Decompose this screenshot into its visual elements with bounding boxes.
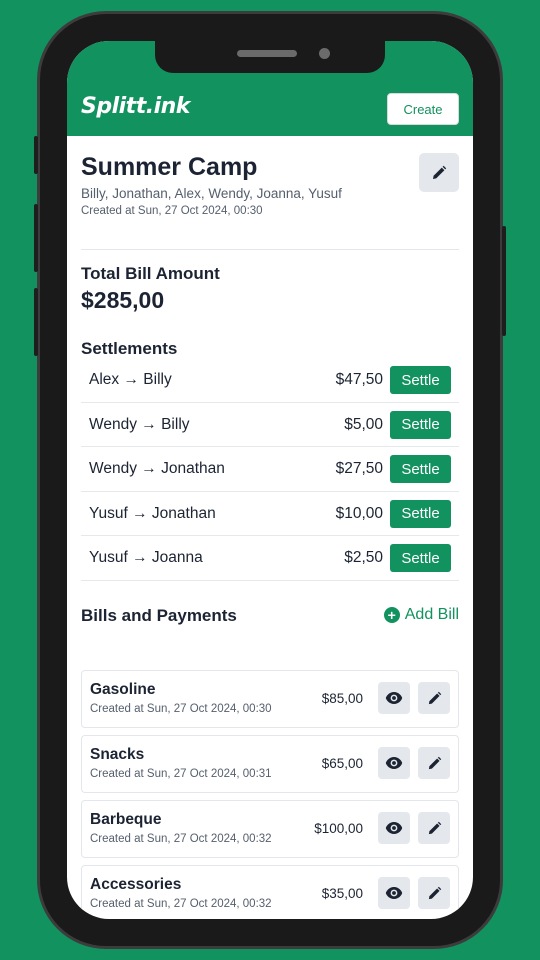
bill-amount: $35,00: [321, 886, 363, 901]
front-camera: [319, 48, 330, 59]
bill-card: Accessories Created at Sun, 27 Oct 2024,…: [81, 865, 459, 919]
view-bill-button[interactable]: [378, 877, 410, 909]
bill-amount: $100,00: [314, 821, 363, 836]
view-bill-button[interactable]: [378, 747, 410, 779]
settle-button[interactable]: Settle: [390, 544, 451, 572]
settlement-parties: Alex → Billy: [89, 358, 172, 402]
phone-volume-down-button: [34, 288, 38, 356]
add-bill-button[interactable]: + Add Bill: [383, 606, 459, 624]
eye-icon: [385, 692, 403, 704]
settlement-parties: Wendy → Jonathan: [89, 447, 225, 491]
view-bill-button[interactable]: [378, 812, 410, 844]
bill-created-date: Created at Sun, 27 Oct 2024, 00:30: [90, 703, 272, 715]
payer-name: Yusuf: [89, 504, 128, 522]
bill-created-date: Created at Sun, 27 Oct 2024, 00:31: [90, 768, 272, 780]
eye-icon: [385, 887, 403, 899]
eye-icon: [385, 822, 403, 834]
group-created-date: Created at Sun, 27 Oct 2024, 00:30: [81, 205, 263, 217]
settle-button[interactable]: Settle: [390, 499, 451, 528]
plus-circle-icon: +: [383, 607, 400, 623]
bill-created-date: Created at Sun, 27 Oct 2024, 00:32: [90, 833, 272, 845]
payer-name: Wendy: [89, 415, 137, 433]
edit-group-button[interactable]: [419, 153, 459, 192]
app-logo[interactable]: Splitt.ink: [81, 94, 190, 119]
settlement-parties: Wendy → Billy: [89, 403, 190, 447]
pencil-icon: [428, 821, 441, 834]
payee-name: Jonathan: [161, 460, 225, 477]
settlement-amount: $5,00: [344, 415, 383, 433]
view-bill-button[interactable]: [378, 682, 410, 714]
settlement-row: Wendy → Billy $5,00 Settle: [81, 403, 459, 447]
phone-frame: Splitt.ink Create Summer Camp Billy, Jon…: [34, 14, 506, 946]
pencil-icon: [428, 691, 441, 704]
settlement-row: Yusuf → Joanna $2,50 Settle: [81, 536, 459, 581]
payee-name: Billy: [161, 415, 190, 433]
phone-power-button: [502, 226, 506, 336]
settle-button[interactable]: Settle: [390, 455, 451, 483]
bill-card: Barbeque Created at Sun, 27 Oct 2024, 00…: [81, 800, 459, 858]
payee-name: Billy: [143, 371, 172, 388]
settlement-row: Alex → Billy $47,50 Settle: [81, 358, 459, 403]
bill-name: Barbeque: [90, 811, 162, 828]
total-bill-amount: $285,00: [81, 287, 165, 313]
bill-name: Snacks: [90, 746, 145, 763]
phone-volume-up-button: [34, 204, 38, 272]
page-title: Summer Camp: [81, 153, 258, 181]
bill-card: Gasoline Created at Sun, 27 Oct 2024, 00…: [81, 670, 459, 728]
add-bill-label: Add Bill: [404, 606, 459, 623]
settlement-parties: Yusuf → Jonathan: [89, 492, 216, 536]
payee-name: Jonathan: [151, 504, 216, 522]
total-bill-label: Total Bill Amount: [81, 264, 220, 283]
settlement-row: Yusuf → Jonathan $10,00 Settle: [81, 492, 459, 536]
payer-name: Wendy: [89, 460, 137, 477]
bill-created-date: Created at Sun, 27 Oct 2024, 00:32: [90, 898, 272, 910]
divider: [81, 249, 459, 250]
arrow-right-icon: →: [141, 415, 157, 433]
settlement-amount: $47,50: [335, 371, 383, 388]
payer-name: Alex: [89, 371, 120, 388]
settlement-amount: $2,50: [344, 549, 383, 566]
edit-bill-button[interactable]: [418, 812, 450, 844]
arrow-right-icon: →: [132, 504, 148, 522]
payee-name: Joanna: [151, 549, 203, 566]
settlements-heading: Settlements: [81, 339, 178, 358]
group-members: Billy, Jonathan, Alex, Wendy, Joanna, Yu…: [81, 186, 342, 201]
bills-heading: Bills and Payments: [81, 606, 237, 625]
pencil-icon: [428, 756, 441, 769]
bill-name: Accessories: [90, 876, 182, 893]
bill-amount: $85,00: [321, 691, 363, 706]
phone-silent-switch: [34, 136, 38, 174]
settlement-amount: $10,00: [335, 504, 383, 522]
edit-bill-button[interactable]: [418, 747, 450, 779]
arrow-right-icon: →: [123, 371, 139, 388]
edit-bill-button[interactable]: [418, 877, 450, 909]
eye-icon: [385, 757, 403, 769]
settle-button[interactable]: Settle: [390, 366, 451, 394]
bill-amount: $65,00: [321, 756, 363, 771]
settlement-amount: $27,50: [335, 460, 383, 477]
create-button[interactable]: Create: [387, 93, 459, 125]
settle-button[interactable]: Settle: [390, 410, 451, 439]
arrow-right-icon: →: [141, 460, 157, 477]
settlement-parties: Yusuf → Joanna: [89, 536, 203, 580]
pencil-icon: [433, 165, 447, 179]
phone-notch: [155, 41, 385, 73]
phone-screen: Splitt.ink Create Summer Camp Billy, Jon…: [67, 41, 473, 919]
arrow-right-icon: →: [132, 549, 148, 566]
pencil-icon: [428, 886, 441, 899]
settlement-row: Wendy → Jonathan $27,50 Settle: [81, 447, 459, 492]
speaker-grille: [237, 50, 297, 57]
bill-name: Gasoline: [90, 681, 156, 698]
edit-bill-button[interactable]: [418, 682, 450, 714]
payer-name: Yusuf: [89, 549, 128, 566]
bill-card: Snacks Created at Sun, 27 Oct 2024, 00:3…: [81, 735, 459, 793]
